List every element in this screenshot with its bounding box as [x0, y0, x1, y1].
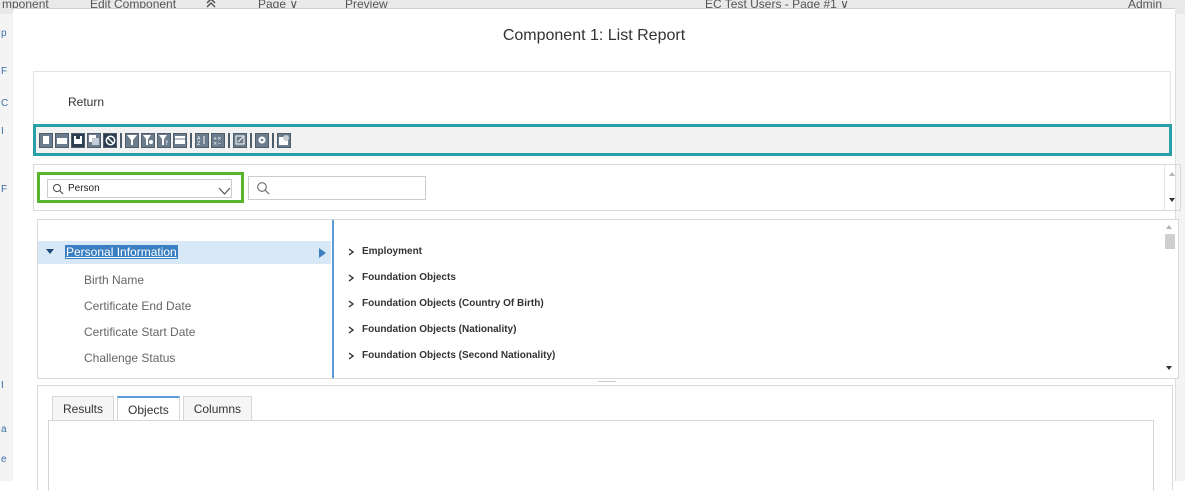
panel-splitter[interactable]: [598, 381, 616, 382]
chevron-right-icon: [348, 273, 354, 282]
scroll-up-icon[interactable]: [1169, 172, 1175, 176]
tree-child-item[interactable]: Certificate End Date: [84, 299, 191, 313]
bg-letter: e: [1, 454, 7, 465]
field-tree-panel: Personal Information Birth Name Certific…: [37, 219, 1179, 379]
chevron-down-icon: [218, 183, 231, 201]
object-item-label: Foundation Objects: [362, 272, 456, 283]
chevron-right-icon: [348, 247, 354, 256]
field-tree: Personal Information Birth Name Certific…: [38, 220, 334, 378]
edit-icon[interactable]: [233, 132, 247, 148]
tab-results[interactable]: Results: [52, 396, 115, 420]
filter-row: Person: [33, 164, 1181, 211]
return-button[interactable]: Return: [68, 95, 104, 109]
tree-node-label: Personal Information: [65, 245, 178, 259]
bg-letter: p: [1, 28, 7, 39]
bg-letter: I: [1, 126, 4, 137]
object-item[interactable]: Employment: [348, 246, 422, 257]
bg-letter: F: [1, 184, 8, 195]
bg-letter: I: [1, 380, 4, 391]
background-left-strip: p F C I F I a e: [0, 14, 14, 481]
filter-icon[interactable]: [125, 132, 139, 148]
tab-bar: Results Objects Columns: [52, 396, 255, 421]
calculate-icon[interactable]: +× ×−: [211, 132, 225, 148]
settings-icon[interactable]: [255, 132, 269, 148]
scroll-down-icon[interactable]: [1169, 198, 1175, 202]
object-item-label: Foundation Objects (Country Of Birth): [362, 298, 544, 309]
svg-text:?: ?: [165, 140, 168, 145]
tab-content: [48, 420, 1154, 491]
search-icon: [52, 182, 64, 200]
chevron-right-icon: [348, 299, 354, 308]
scroll-up-icon[interactable]: [1166, 225, 1172, 229]
filter-prompt-icon[interactable]: ?: [157, 132, 171, 148]
bg-letter: F: [1, 66, 8, 77]
return-area: Return: [33, 71, 1171, 128]
related-objects-list: Employment Foundation Objects Foundation…: [336, 220, 1162, 378]
report-toolbar: ? AZ +× ×−: [33, 124, 1172, 156]
object-item-label: Foundation Objects (Second Nationality): [362, 350, 556, 361]
toolbar-separator: [120, 132, 122, 148]
list-report-dialog: Component 1: List Report Return ? AZ +× ×…: [13, 8, 1181, 491]
toolbar-separator: [272, 132, 274, 148]
object-item[interactable]: Foundation Objects (Country Of Birth): [348, 298, 544, 309]
svg-text:Z: Z: [197, 141, 201, 145]
toolbar-separator: [250, 132, 252, 148]
tree-scrollbar[interactable]: [1162, 220, 1178, 378]
new-icon[interactable]: [39, 132, 53, 148]
scroll-thumb[interactable]: [1165, 234, 1175, 249]
object-item[interactable]: Foundation Objects (Second Nationality): [348, 350, 555, 361]
search-icon: [256, 181, 270, 200]
tab-columns[interactable]: Columns: [182, 396, 253, 420]
object-item-label: Employment: [362, 246, 423, 257]
tree-node-selected[interactable]: Personal Information: [38, 241, 331, 264]
dialog-title: Component 1: List Report: [502, 27, 686, 44]
filter-scrollbar[interactable]: [1164, 165, 1180, 210]
cancel-icon[interactable]: [103, 132, 117, 148]
object-item[interactable]: Foundation Objects: [348, 272, 456, 283]
tree-child-item[interactable]: Birth Name: [84, 273, 144, 287]
object-item-label: Foundation Objects (Nationality): [362, 324, 517, 335]
expand-right-icon[interactable]: [319, 248, 326, 258]
filter-table-icon[interactable]: [173, 132, 187, 148]
bg-letter: C: [1, 98, 9, 109]
bottom-panel: Results Objects Columns: [37, 385, 1173, 491]
search-input[interactable]: [248, 176, 426, 200]
caret-down-icon[interactable]: [46, 249, 54, 254]
save-as-icon[interactable]: [87, 132, 101, 148]
open-icon[interactable]: [55, 132, 69, 148]
scope-dropdown[interactable]: Person: [47, 179, 232, 198]
filter-value-icon[interactable]: [141, 132, 155, 148]
bg-letter: a: [1, 424, 7, 435]
chevron-right-icon: [348, 351, 354, 360]
scope-select-highlight: Person: [37, 172, 244, 203]
tree-child-item[interactable]: Challenge Status: [84, 351, 175, 365]
toolbar-separator: [190, 132, 192, 148]
scope-value: Person: [68, 183, 100, 194]
tab-objects[interactable]: Objects: [117, 396, 180, 421]
svg-text:×−: ×−: [213, 141, 221, 145]
save-icon[interactable]: [71, 132, 85, 148]
scroll-down-icon[interactable]: [1166, 366, 1172, 370]
schedule-icon[interactable]: [277, 132, 291, 148]
tree-child-item[interactable]: Certificate Start Date: [84, 325, 195, 339]
chevron-right-icon: [348, 325, 354, 334]
sort-icon[interactable]: AZ: [195, 132, 209, 148]
object-item[interactable]: Foundation Objects (Nationality): [348, 324, 516, 335]
toolbar-separator: [228, 132, 230, 148]
